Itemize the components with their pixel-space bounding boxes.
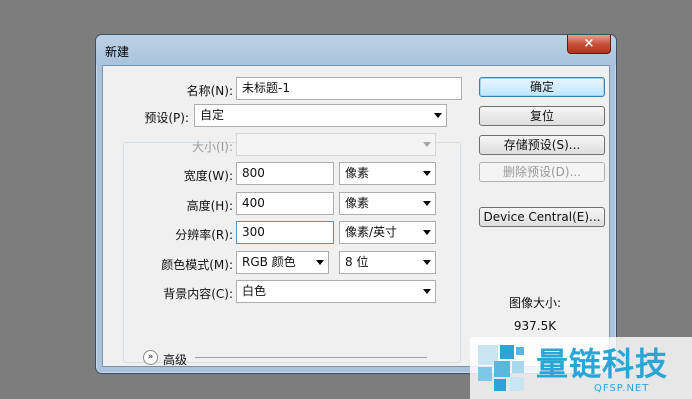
resolution-unit-value: 像素/英寸 (345, 225, 398, 239)
background-value: 白色 (242, 284, 267, 298)
preset-select[interactable]: 自定 (194, 104, 447, 127)
chevron-down-icon (423, 142, 431, 147)
color-mode-select[interactable]: RGB 颜色 (236, 251, 329, 274)
chevron-down-icon (423, 201, 431, 206)
color-mode-label: 颜色模式(M): (161, 258, 233, 272)
dialog-client-area: 名称(N): 未标题-1 预设(P): 自定 大小(I): 宽度(W): 800… (102, 65, 610, 367)
dialog-title: 新建 (105, 45, 130, 59)
height-input[interactable]: 400 (236, 192, 334, 215)
preset-label: 预设(P): (123, 109, 191, 126)
bit-depth-value: 8 位 (345, 255, 369, 269)
name-input[interactable]: 未标题-1 (236, 77, 462, 100)
chevron-down-icon (316, 260, 324, 265)
bit-depth-select[interactable]: 8 位 (339, 251, 436, 274)
size-label: 大小(I): (192, 140, 233, 154)
size-select (236, 133, 436, 156)
watermark: 量链科技 QFSP.NET (470, 337, 692, 399)
chevron-down-icon (423, 289, 431, 294)
image-size-label: 图像大小: (508, 296, 562, 310)
background-select[interactable]: 白色 (236, 280, 436, 303)
height-label: 高度(H): (186, 199, 233, 213)
width-unit-select[interactable]: 像素 (339, 162, 436, 185)
name-label: 名称(N): (186, 84, 233, 98)
watermark-url: QFSP.NET (594, 383, 650, 394)
advanced-label[interactable]: 高级 (163, 351, 193, 368)
save-preset-button[interactable]: 存储预设(S)... (479, 135, 605, 155)
delete-preset-button: 删除预设(D)... (479, 162, 605, 182)
chevron-down-icon (423, 260, 431, 265)
advanced-divider (195, 357, 427, 358)
color-mode-value: RGB 颜色 (242, 255, 296, 269)
preset-select-value: 自定 (200, 108, 225, 122)
ok-button[interactable]: 确定 (479, 77, 605, 97)
width-unit-value: 像素 (345, 166, 370, 180)
reset-button[interactable]: 复位 (479, 106, 605, 126)
close-button[interactable]: × (567, 35, 611, 54)
height-unit-select[interactable]: 像素 (339, 192, 436, 215)
chevron-down-icon (434, 113, 442, 118)
resolution-label: 分辨率(R): (175, 228, 233, 242)
image-size-value: 937.5K (513, 319, 557, 333)
width-label: 宽度(W): (183, 169, 233, 183)
height-unit-value: 像素 (345, 196, 370, 210)
resolution-input[interactable]: 300 (236, 221, 334, 244)
width-input[interactable]: 800 (236, 162, 334, 185)
device-central-button[interactable]: Device Central(E)... (479, 207, 605, 227)
resolution-unit-select[interactable]: 像素/英寸 (339, 221, 436, 244)
brand-logo-icon (478, 345, 524, 391)
watermark-brand-name: 量链科技 (536, 345, 669, 383)
chevron-down-icon (423, 171, 431, 176)
title-bar[interactable]: 新建 × (96, 35, 616, 65)
background-label: 背景内容(C): (163, 287, 233, 301)
double-chevron-down-icon[interactable]: » (143, 350, 158, 365)
chevron-down-icon (423, 230, 431, 235)
new-document-dialog: 新建 × 名称(N): 未标题-1 预设(P): 自定 大小(I): 宽度(W)… (95, 34, 617, 374)
